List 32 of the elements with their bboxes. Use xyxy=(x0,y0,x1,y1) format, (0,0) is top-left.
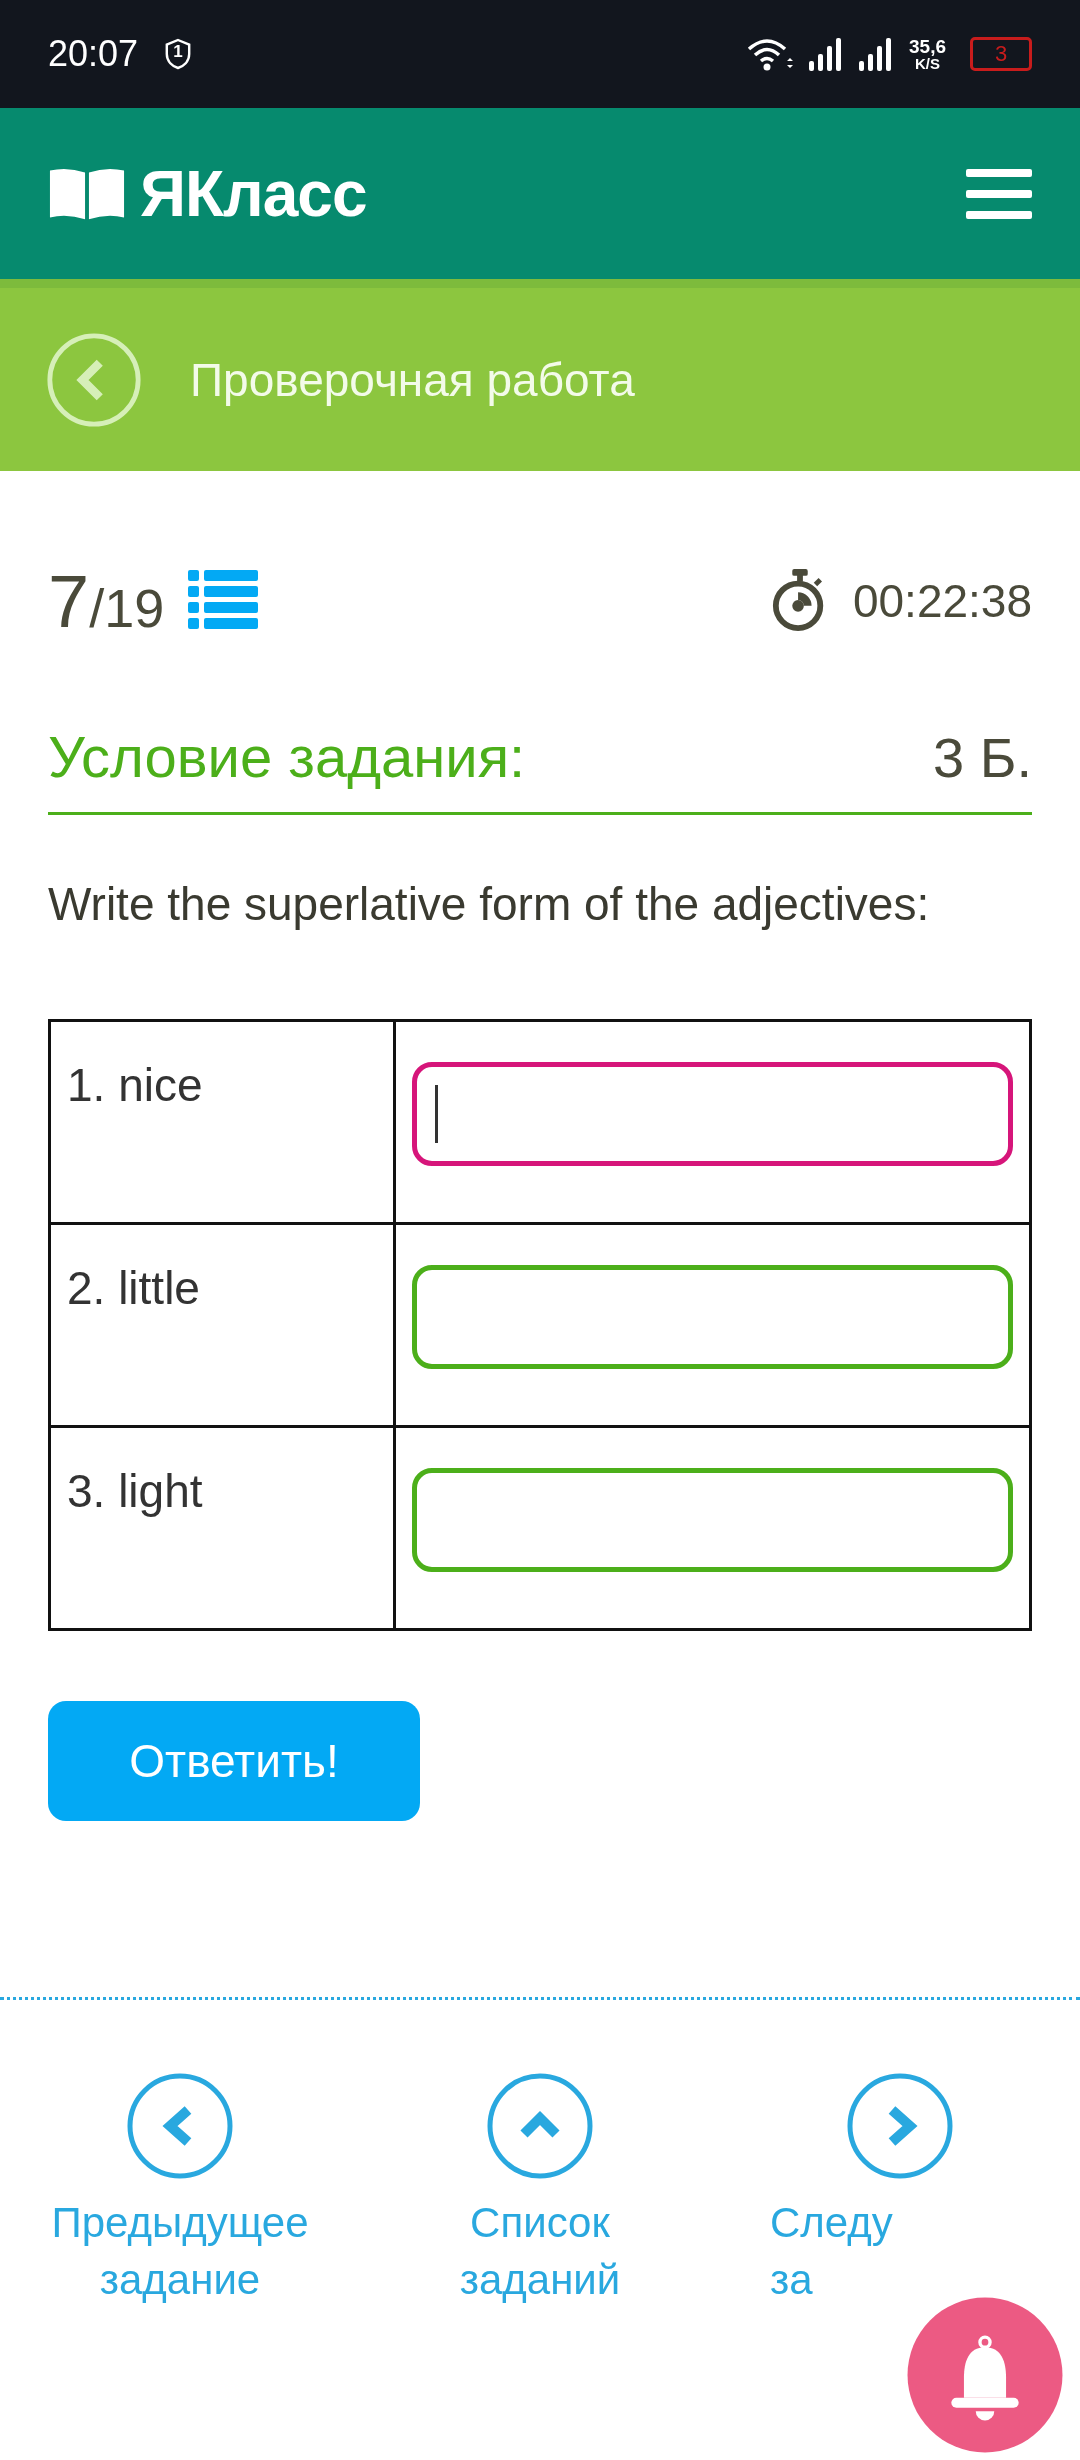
back-button[interactable] xyxy=(46,331,142,428)
page-title: Проверочная работа xyxy=(190,352,635,407)
bell-button[interactable] xyxy=(905,2295,1065,2455)
table-cell: 3. light xyxy=(49,1426,395,1630)
answer-field[interactable] xyxy=(412,1062,1013,1166)
timer-text: 00:22:38 xyxy=(852,574,1032,628)
network-speed: 35,6 xyxy=(909,37,946,56)
list-icon[interactable] xyxy=(188,570,259,632)
signal-icon xyxy=(809,37,843,71)
nav-link[interactable]: Следу за xyxy=(770,2194,893,2308)
speed-unit: K/S xyxy=(915,56,940,71)
points-text: 3 Б. xyxy=(933,725,1032,790)
wifi-icon xyxy=(747,37,793,71)
submit-button[interactable]: Ответить! xyxy=(48,1701,420,1821)
shield-icon: 1 xyxy=(164,38,193,70)
nav-link[interactable]: Предыдущее задание xyxy=(51,2194,309,2308)
menu-button[interactable] xyxy=(966,168,1032,219)
chevron-up-icon[interactable] xyxy=(486,2072,594,2180)
nav-link[interactable]: Список заданий xyxy=(459,2194,621,2308)
section-heading: Условие задания: xyxy=(48,723,526,790)
task-prompt: Write the superlative form of the adjectives: xyxy=(48,877,931,931)
answer-field[interactable] xyxy=(412,1468,1013,1572)
chevron-right-icon[interactable] xyxy=(846,2072,954,2180)
clock-time: 20:07 xyxy=(48,33,139,75)
table-cell: 2. little xyxy=(49,1223,395,1427)
task-counter: 7/19 xyxy=(48,558,165,644)
signal-icon xyxy=(859,37,893,71)
logo-text: ЯКласс xyxy=(140,156,367,231)
battery-level: 3 xyxy=(994,41,1008,67)
table-cell: 1. nice xyxy=(49,1020,395,1224)
answer-field[interactable] xyxy=(412,1265,1013,1369)
chevron-left-icon[interactable] xyxy=(126,2072,234,2180)
